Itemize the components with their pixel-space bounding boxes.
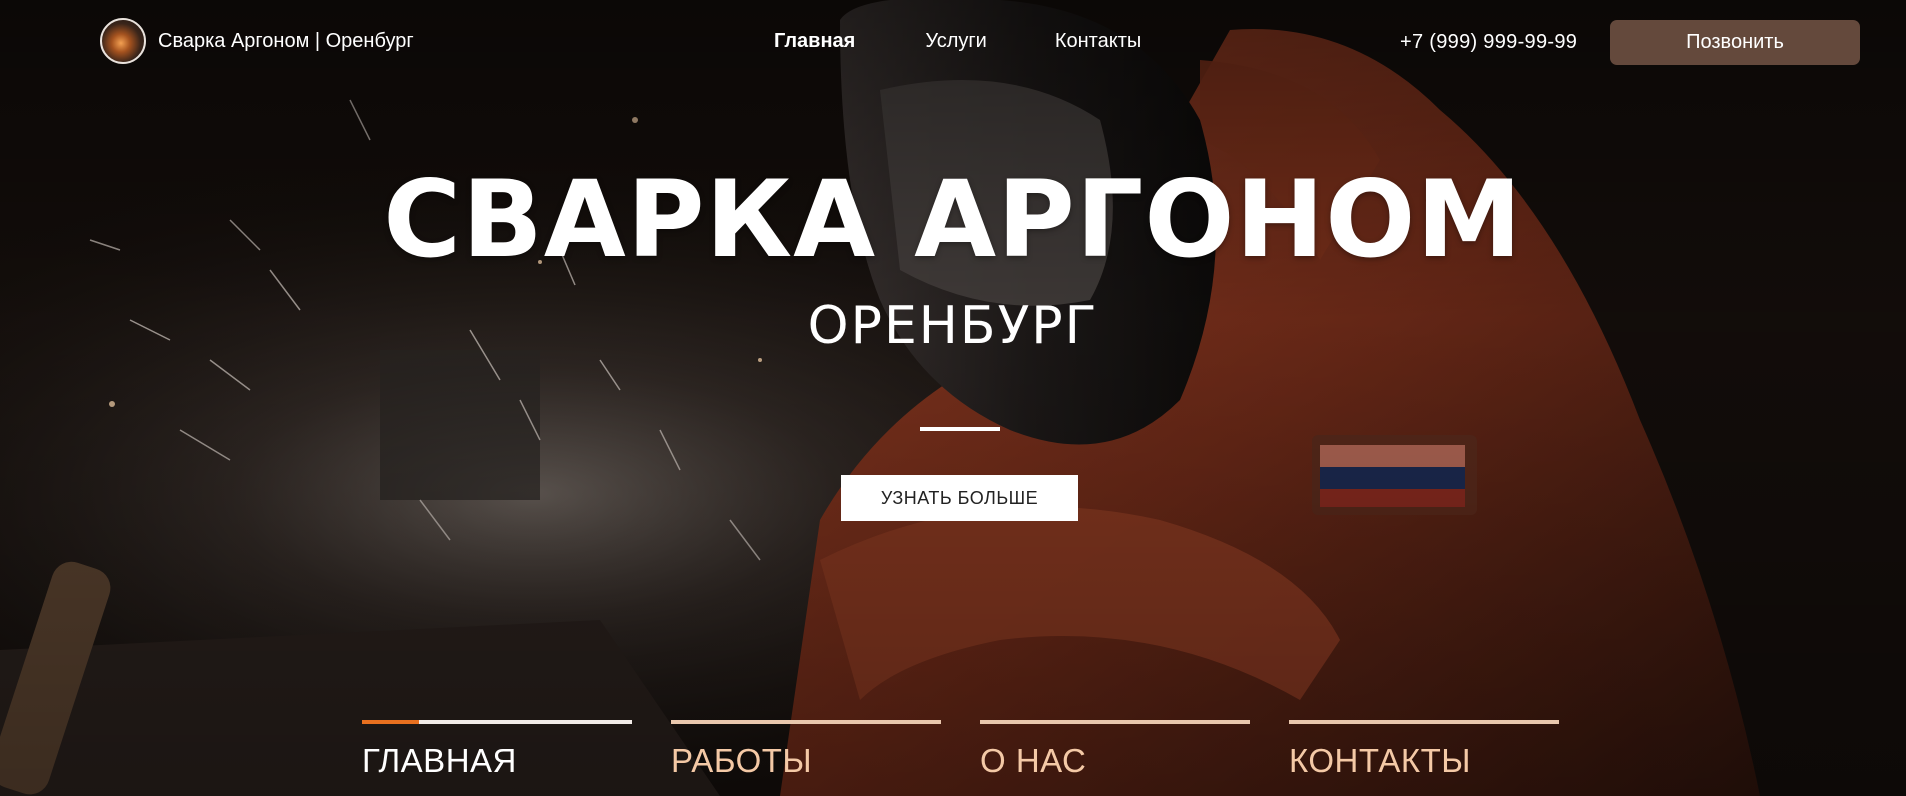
section-tab-bar bbox=[362, 720, 632, 724]
hero-subtitle: ОРЕНБУРГ bbox=[807, 296, 1099, 356]
call-button[interactable]: Позвонить bbox=[1610, 20, 1860, 65]
section-tab-label: О НАС bbox=[980, 742, 1087, 779]
hero-divider bbox=[920, 427, 1000, 431]
section-tab-bar bbox=[671, 720, 941, 724]
section-tab-bar bbox=[980, 720, 1250, 724]
hero-background-image bbox=[0, 0, 1906, 796]
logo-text: Сварка Аргоном | Оренбург bbox=[158, 29, 414, 52]
site-header: Сварка Аргоном | Оренбург Главная Услуги… bbox=[0, 0, 1906, 86]
hero-title: СВАРКА АРГОНОМ bbox=[383, 158, 1523, 281]
logo-avatar bbox=[100, 18, 146, 64]
phone-link[interactable]: +7 (999) 999-99-99 bbox=[1400, 31, 1577, 54]
section-tab-label: ГЛАВНАЯ bbox=[362, 742, 517, 779]
section-progress-indicator bbox=[362, 720, 419, 724]
nav-link-services[interactable]: Услуги bbox=[925, 30, 987, 53]
section-tab-bar bbox=[1289, 720, 1559, 724]
nav-link-home[interactable]: Главная bbox=[774, 30, 855, 53]
main-nav: Главная Услуги Контакты bbox=[774, 30, 1141, 53]
section-tab-about[interactable]: О НАС bbox=[980, 720, 1250, 780]
section-tab-label: РАБОТЫ bbox=[671, 742, 813, 779]
nav-link-contacts[interactable]: Контакты bbox=[1055, 30, 1141, 53]
section-tab-home[interactable]: ГЛАВНАЯ bbox=[362, 720, 632, 780]
section-tab-contacts[interactable]: КОНТАКТЫ bbox=[1289, 720, 1559, 780]
section-tab-works[interactable]: РАБОТЫ bbox=[671, 720, 941, 780]
section-tab-label: КОНТАКТЫ bbox=[1289, 742, 1472, 779]
site-logo[interactable]: Сварка Аргоном | Оренбург bbox=[100, 18, 414, 64]
learn-more-button[interactable]: УЗНАТЬ БОЛЬШЕ bbox=[841, 475, 1078, 521]
